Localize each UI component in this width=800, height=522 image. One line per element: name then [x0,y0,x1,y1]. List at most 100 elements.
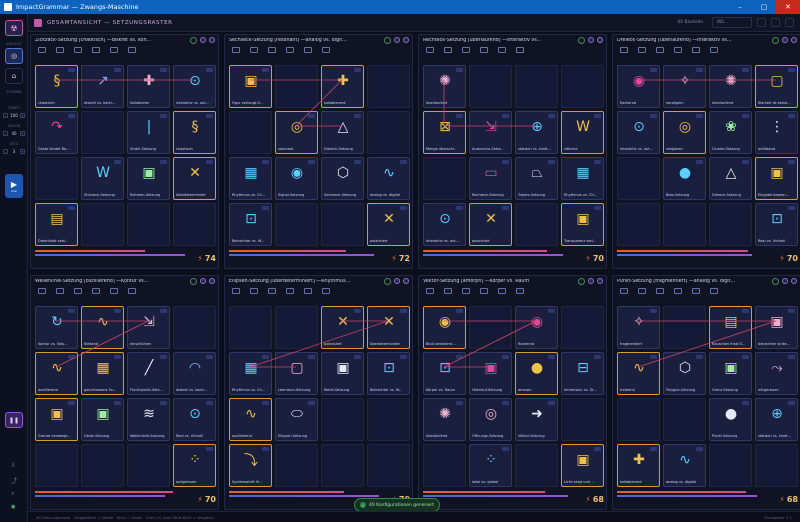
grid-cell[interactable]: ∿ analog vs. digital [367,157,410,200]
grid-cell-empty[interactable] [561,65,604,108]
tool-vektor-icon[interactable] [513,47,527,61]
grid-cell[interactable]: ✕ polarisiert [469,203,512,246]
grid-cell-empty[interactable] [709,203,752,246]
grid-cell[interactable]: ▣ Eingabe begren... [755,157,798,200]
tool-raster-icon[interactable] [265,47,279,61]
tool-form-icon[interactable] [35,47,49,61]
grid-cell[interactable]: ⊙ Real vs. Virtuell [173,398,216,441]
grid-cell[interactable]: ▣ Grenze verweige... [35,398,78,441]
grid-cell-empty[interactable] [617,398,660,441]
grid-cell-empty[interactable] [561,306,604,349]
grid-cell-empty[interactable] [367,398,410,441]
toggle-icon[interactable] [772,37,779,44]
toggle-icon[interactable] [578,278,585,285]
grid-cell[interactable]: ⇲ Ausbruchs-Setzu... [469,111,512,154]
tool-punkt-icon[interactable] [689,288,703,302]
grid-cell[interactable]: ◉ flackernd [515,306,558,349]
search-icon[interactable]: ⌕ [11,490,14,498]
grid-cell[interactable]: ▣ Figur verlangt G... [229,65,272,108]
grid-cell[interactable]: § chaotisch [35,65,78,108]
grid-cell-empty[interactable] [173,306,216,349]
tool-strahl-icon[interactable] [441,288,455,302]
grid-cell-empty[interactable] [663,398,706,441]
grid-view-button[interactable]: ◎ [5,48,23,64]
grid-icon[interactable] [771,18,780,27]
grid-cell-empty[interactable] [423,157,466,200]
expand-icon[interactable] [791,37,797,43]
grid-cell[interactable]: ∿ oszillierend [35,352,78,395]
tool-raster-icon[interactable] [653,47,667,61]
grid-cell-empty[interactable] [367,111,410,154]
grid-cell[interactable]: ⇲ einschlühen [127,306,170,349]
grid-cell[interactable]: ⊙ interaktiv vs. aut... [617,111,660,154]
grid-cell[interactable]: △ Dreieck-Setzung [321,111,364,154]
grid-cell[interactable]: ✕ polarisiert [367,203,410,246]
grid-cell[interactable]: ✺ überlaufend [423,65,466,108]
grid-cell[interactable]: ● Blob-Setzung [663,157,706,200]
grid-cell-empty[interactable] [469,306,512,349]
grid-cell[interactable]: ↷ Geste bindet Be... [35,111,78,154]
grid-cell-empty[interactable] [321,203,364,246]
grid-cell[interactable]: ◉ Blick bestimmt ... [423,306,466,349]
tool-welle-icon[interactable] [671,47,685,61]
grid-cell[interactable]: ◎ reagieren [663,111,706,154]
grid-cell[interactable]: ▣ Grenz-Setzung [709,352,752,395]
grid-cell[interactable]: ▤ Datenblatt sebi... [35,203,78,246]
toggle-icon[interactable] [772,278,779,285]
grid-cell-empty[interactable] [321,444,364,487]
grid-cell-empty[interactable] [469,65,512,108]
grid-cell[interactable]: ⊡ Betrachter vs. W... [367,352,410,395]
grid-cell[interactable]: ❀ Cluster-Setzung [709,111,752,154]
grid-cell-empty[interactable] [709,444,752,487]
settings-icon[interactable] [588,278,594,284]
tool-welle-icon[interactable] [477,47,491,61]
toggle-icon[interactable] [190,278,197,285]
tool-raster-icon[interactable] [459,47,473,61]
grid-cell[interactable]: ⊡ Körper vs. Raum [423,352,466,395]
grid-cell[interactable]: ╱ Fluchtpunkt-Setz... [127,352,170,395]
settings-icon[interactable] [394,37,400,43]
tool-vektor-icon[interactable] [319,288,333,302]
grid-cell[interactable]: ▢ Leerraum-Setzung [275,352,318,395]
grid-cell[interactable]: § chaotisch [173,111,216,154]
grid-cell[interactable]: ▣ Rahmen-Setzung [127,157,170,200]
grid-cell-empty[interactable] [173,203,216,246]
grid-cell-empty[interactable] [617,157,660,200]
grid-cell[interactable]: ▣ Gestz-Setzung [81,398,124,441]
tool-vektor-icon[interactable] [707,288,721,302]
grid-cell-empty[interactable] [127,444,170,487]
grid-cell-empty[interactable] [367,444,410,487]
tool-vektor-icon[interactable] [125,47,139,61]
settings-icon[interactable] [588,37,594,43]
tool-punkt-icon[interactable] [107,288,121,302]
radiation-logo-icon[interactable]: ☢ [5,20,23,36]
grid-cell[interactable]: ⤳ mitgerissen [755,352,798,395]
grid-cell[interactable]: | Strahl-Setzung [127,111,170,154]
maximize-button[interactable]: ▢ [752,0,776,14]
grid-cell[interactable]: ✕ polarisiert [321,306,364,349]
grid-cell[interactable]: ✚ kollabierend [617,444,660,487]
tool-form-icon[interactable] [35,288,49,302]
setzung-panel[interactable]: Rechteck-Setzung [überlaufend] —interakt… [418,34,607,269]
settings-icon[interactable] [782,278,788,284]
grid-cell[interactable]: W Zickzack-Setzung [81,157,124,200]
grid-cell[interactable]: ≋ Wellenlinie-Setzung [127,398,170,441]
grid-cell[interactable]: ✕ überdeterminiert [367,306,410,349]
grid-cell[interactable]: ✺ überlaufend [423,398,466,441]
tool-vektor-icon[interactable] [707,47,721,61]
grid-cell-empty[interactable] [515,203,558,246]
tool-strahl-icon[interactable] [53,47,67,61]
minimize-button[interactable]: – [728,0,752,14]
grid-cell[interactable]: ▤ Rauschen frisst S... [709,306,752,349]
setzung-panel[interactable]: Sechseck-Setzung [resonant] —analog vs. … [224,34,413,269]
grid-cell[interactable]: ∿ oszillierend [229,398,272,441]
pause-button[interactable]: ❚❚ [5,412,23,428]
grid-cell[interactable]: ↻ Kontur vs. Volu... [35,306,78,349]
grid-cell[interactable]: ▦ geschlossene Fo... [81,352,124,395]
toggle-icon[interactable] [578,37,585,44]
grid-cell[interactable]: ⊙ interaktiv vs. aut... [423,203,466,246]
setzung-panel[interactable]: Zickzack-Setzung [chaotisch] —diskret vs… [30,34,219,269]
grid-cell[interactable]: ⁘ aufgerissen [173,444,216,487]
tool-strahl-icon[interactable] [635,47,649,61]
expand-icon[interactable] [403,37,409,43]
